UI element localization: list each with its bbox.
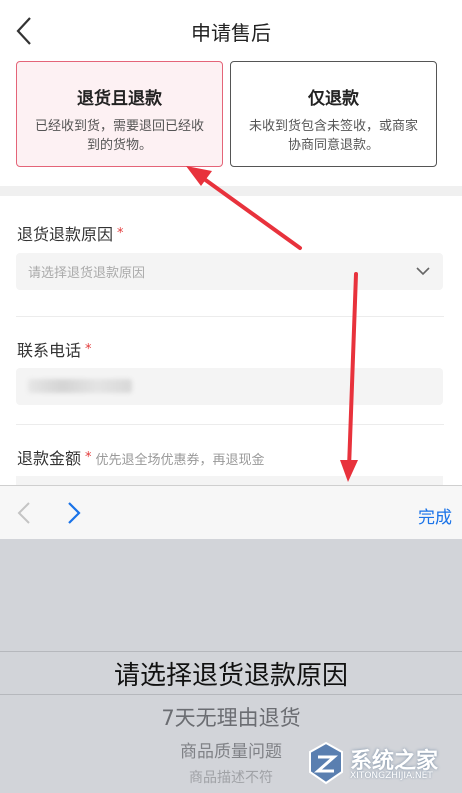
option-return-and-refund[interactable]: 退货且退款 已经收到货，需要退回已经收到的货物。 <box>16 61 223 167</box>
picker-selected-item[interactable]: 请选择退货退款原因 <box>0 655 462 692</box>
section-divider <box>0 186 462 196</box>
header-bar: 申请售后 <box>0 0 462 60</box>
previous-field-icon[interactable] <box>14 500 34 526</box>
field-separator <box>16 316 444 317</box>
watermark-logo-icon <box>309 741 343 785</box>
phone-input[interactable] <box>16 368 443 405</box>
required-mark: * <box>85 342 92 357</box>
watermark: 系统之家 XITONGZHIJIA.NET <box>306 741 456 789</box>
required-mark: * <box>85 450 92 465</box>
reason-select[interactable]: 请选择退货退款原因 <box>16 253 443 290</box>
phone-label: 联系电话 * <box>17 337 92 361</box>
reason-placeholder: 请选择退货退款原因 <box>28 266 146 281</box>
phone-label-text: 联系电话 <box>17 341 82 360</box>
amount-label: 退款金额 * 优先退全场优惠券，再退现金 <box>17 445 265 469</box>
page-title: 申请售后 <box>191 21 271 45</box>
amount-label-text: 退款金额 <box>17 449 82 468</box>
amount-note: 优先退全场优惠券，再退现金 <box>95 453 265 468</box>
keyboard-toolbar: 完成 <box>0 485 462 539</box>
option-description: 已经收到货，需要退回已经收到的货物。 <box>34 119 204 153</box>
reason-label-text: 退货退款原因 <box>17 225 114 244</box>
reason-label: 退货退款原因 * <box>17 221 124 245</box>
blurred-phone-number <box>28 379 132 393</box>
required-mark: * <box>117 226 124 241</box>
option-refund-only[interactable]: 仅退款 未收到货包含未签收，或商家协商同意退款。 <box>230 61 437 167</box>
chevron-down-icon <box>416 267 430 276</box>
field-separator <box>16 424 444 425</box>
annotation-arrowhead <box>186 166 212 186</box>
option-title: 退货且退款 <box>77 89 162 109</box>
reason-picker-wheel[interactable]: 请选择退货退款原因 7天无理由退货 商品质量问题 商品描述不符 系统之家 XIT… <box>0 539 462 793</box>
watermark-url: XITONGZHIJIA.NET <box>350 771 433 781</box>
option-title: 仅退款 <box>308 89 359 109</box>
picker-selection-line <box>0 651 462 652</box>
option-description: 未收到货包含未签收，或商家协商同意退款。 <box>248 119 418 153</box>
done-button[interactable]: 完成 <box>418 503 452 528</box>
next-field-icon[interactable] <box>64 500 84 526</box>
picker-item[interactable]: 7天无理由退货 <box>0 702 462 732</box>
picker-selection-line <box>0 694 462 695</box>
